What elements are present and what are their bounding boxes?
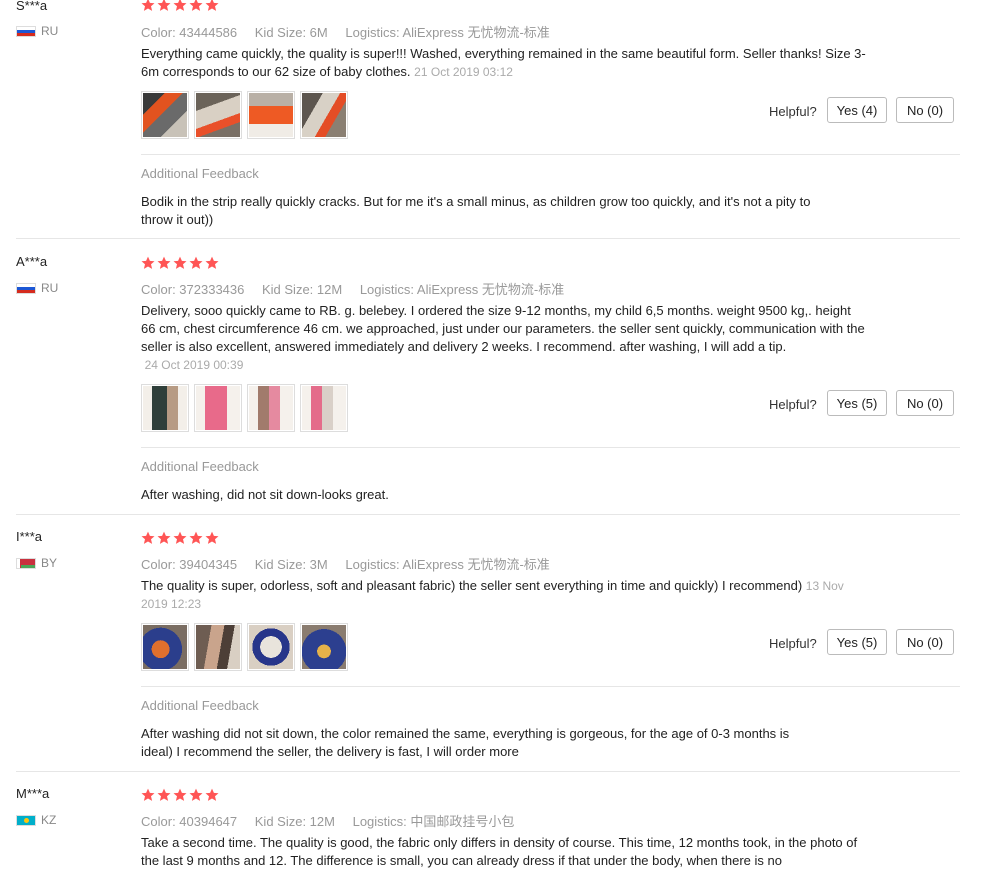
review-size: Kid Size: 12M bbox=[254, 814, 335, 829]
reviewer-country: RU bbox=[16, 281, 58, 295]
review-meta: Color: 372333436 Kid Size: 12M Logistics… bbox=[141, 279, 578, 298]
review-photos bbox=[141, 384, 348, 432]
review-color: Color: 40394647 bbox=[141, 814, 238, 829]
review-logistics: Logistics: AliExpress 无忧物流-标准 bbox=[359, 282, 565, 297]
divider bbox=[141, 447, 960, 448]
review-photo[interactable] bbox=[194, 384, 242, 432]
review-logistics: Logistics: AliExpress 无忧物流-标准 bbox=[345, 557, 550, 572]
additional-feedback-text: After washing, did not sit down-looks gr… bbox=[141, 487, 389, 502]
star-icon bbox=[141, 531, 155, 544]
review-photo[interactable] bbox=[194, 91, 242, 139]
review-text: The quality is super, odorless, soft and… bbox=[141, 578, 844, 611]
review-photo[interactable] bbox=[247, 623, 295, 671]
review-photo[interactable] bbox=[300, 91, 348, 139]
star-icon bbox=[157, 256, 171, 269]
review-photo[interactable] bbox=[300, 623, 348, 671]
helpful-no-button[interactable]: No (0) bbox=[896, 390, 954, 416]
divider bbox=[141, 686, 960, 687]
star-icon bbox=[157, 531, 171, 544]
rating-stars bbox=[141, 788, 219, 802]
star-icon bbox=[189, 0, 203, 11]
flag-icon bbox=[16, 25, 36, 37]
review-photo[interactable] bbox=[300, 384, 348, 432]
reviewer-country: BY bbox=[16, 556, 57, 570]
rating-stars bbox=[141, 256, 219, 270]
additional-feedback-text: Bodik in the strip really quickly cracks… bbox=[141, 194, 811, 227]
review-meta: Color: 39404345 Kid Size: 3M Logistics: … bbox=[141, 554, 564, 573]
star-icon bbox=[173, 0, 187, 11]
review-text: Everything came quickly, the quality is … bbox=[141, 46, 866, 79]
star-icon bbox=[141, 788, 155, 801]
star-icon bbox=[205, 0, 219, 11]
additional-feedback-text: After washing did not sit down, the colo… bbox=[141, 726, 790, 759]
reviewer-name: A***a bbox=[16, 254, 48, 269]
reviewer-country: KZ bbox=[16, 813, 56, 827]
helpful-no-button[interactable]: No (0) bbox=[896, 629, 954, 655]
flag-icon bbox=[16, 814, 36, 826]
rating-stars bbox=[141, 0, 219, 12]
helpful-label: Helpful? bbox=[769, 636, 817, 651]
star-icon bbox=[173, 531, 187, 544]
review-text: Take a second time. The quality is good,… bbox=[141, 835, 858, 868]
reviewer-name: M***a bbox=[16, 786, 50, 801]
review-date: 24 Oct 2019 00:39 bbox=[144, 358, 244, 372]
review-color: Color: 43444586 bbox=[141, 25, 238, 40]
review-size: Kid Size: 3M bbox=[254, 557, 328, 572]
review-logistics: Logistics: 中国邮政挂号小包 bbox=[352, 814, 515, 829]
reviewer-name: I***a bbox=[16, 529, 43, 544]
review-photos bbox=[141, 623, 348, 671]
star-icon bbox=[173, 788, 187, 801]
review-photo[interactable] bbox=[141, 384, 189, 432]
flag-icon bbox=[16, 282, 36, 294]
star-icon bbox=[189, 788, 203, 801]
helpful-label: Helpful? bbox=[769, 104, 817, 119]
review-photo[interactable] bbox=[141, 91, 189, 139]
review-meta: Color: 43444586 Kid Size: 6M Logistics: … bbox=[141, 22, 564, 41]
review-date: 21 Oct 2019 03:12 bbox=[414, 65, 513, 79]
review-photo[interactable] bbox=[141, 623, 189, 671]
review-photo[interactable] bbox=[194, 623, 242, 671]
star-icon bbox=[157, 0, 171, 11]
review-size: Kid Size: 12M bbox=[261, 282, 343, 297]
star-icon bbox=[173, 256, 187, 269]
star-icon bbox=[205, 531, 219, 544]
reviewer-name: S***a bbox=[16, 0, 48, 13]
review-photos bbox=[141, 91, 348, 139]
review-text: Delivery, sooo quickly came to RB. g. be… bbox=[141, 303, 865, 372]
review-photo[interactable] bbox=[247, 384, 295, 432]
additional-feedback-label: Additional Feedback bbox=[141, 459, 259, 474]
review-logistics: Logistics: AliExpress 无忧物流-标准 bbox=[345, 25, 550, 40]
review-color: Color: 39404345 bbox=[141, 557, 238, 572]
divider bbox=[141, 154, 960, 155]
helpful-no-button[interactable]: No (0) bbox=[896, 97, 954, 123]
review-divider bbox=[16, 238, 960, 239]
review-photo[interactable] bbox=[247, 91, 295, 139]
helpful-yes-button[interactable]: Yes (5) bbox=[827, 629, 887, 655]
helpful-label: Helpful? bbox=[769, 397, 817, 412]
star-icon bbox=[157, 788, 171, 801]
review-meta: Color: 40394647 Kid Size: 12M Logistics:… bbox=[141, 811, 528, 830]
additional-feedback-label: Additional Feedback bbox=[141, 166, 259, 181]
flag-icon bbox=[16, 557, 36, 569]
star-icon bbox=[205, 256, 219, 269]
star-icon bbox=[189, 256, 203, 269]
star-icon bbox=[205, 788, 219, 801]
reviewer-country: RU bbox=[16, 24, 58, 38]
helpful-yes-button[interactable]: Yes (4) bbox=[827, 97, 887, 123]
review-size: Kid Size: 6M bbox=[254, 25, 328, 40]
star-icon bbox=[189, 531, 203, 544]
helpful-yes-button[interactable]: Yes (5) bbox=[827, 390, 887, 416]
review-divider bbox=[16, 771, 960, 772]
additional-feedback-label: Additional Feedback bbox=[141, 698, 259, 713]
review-color: Color: 372333436 bbox=[141, 282, 245, 297]
rating-stars bbox=[141, 531, 219, 545]
review-divider bbox=[16, 514, 960, 515]
star-icon bbox=[141, 256, 155, 269]
star-icon bbox=[141, 0, 155, 11]
